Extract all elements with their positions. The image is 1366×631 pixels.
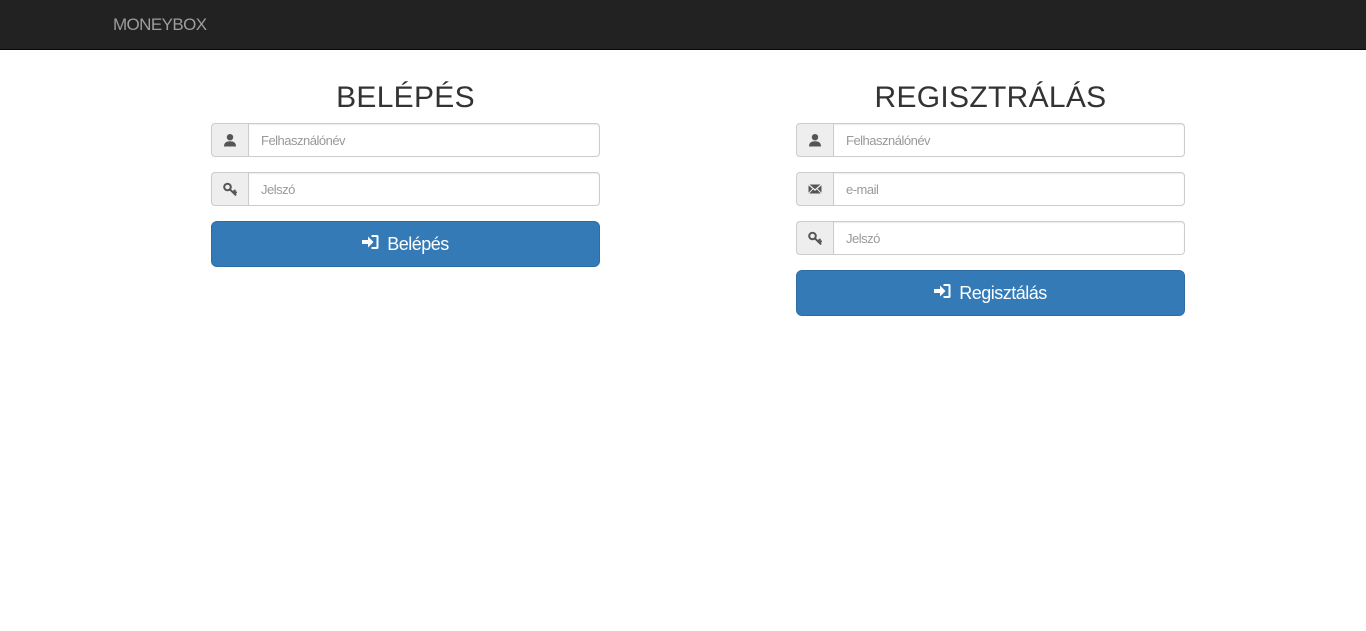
- login-username-group: [211, 123, 600, 157]
- user-icon: [211, 123, 248, 157]
- log-in-icon: [362, 234, 379, 255]
- register-button-label: Regisztálás: [959, 282, 1047, 303]
- login-password-group: [211, 172, 600, 206]
- register-button[interactable]: Regisztálás: [796, 270, 1185, 316]
- register-username-input[interactable]: [833, 123, 1185, 157]
- brand-link[interactable]: MONEYBOX: [113, 15, 207, 35]
- key-icon: [211, 172, 248, 206]
- register-email-group: [796, 172, 1185, 206]
- register-username-group: [796, 123, 1185, 157]
- log-in-icon: [934, 283, 951, 304]
- login-panel: BELÉPÉS Belépés: [211, 51, 600, 267]
- key-icon: [796, 221, 833, 255]
- register-password-input[interactable]: [833, 221, 1185, 255]
- navbar: MONEYBOX: [0, 0, 1366, 50]
- envelope-icon: [796, 172, 833, 206]
- login-password-input[interactable]: [248, 172, 600, 206]
- login-button-label: Belépés: [387, 233, 449, 254]
- login-button[interactable]: Belépés: [211, 221, 600, 267]
- user-icon: [796, 123, 833, 157]
- login-username-input[interactable]: [248, 123, 600, 157]
- register-password-group: [796, 221, 1185, 255]
- login-title: BELÉPÉS: [336, 81, 475, 114]
- register-panel: REGISZTRÁLÁS Regisztálás: [796, 51, 1185, 316]
- register-title: REGISZTRÁLÁS: [874, 81, 1107, 114]
- register-email-input[interactable]: [833, 172, 1185, 206]
